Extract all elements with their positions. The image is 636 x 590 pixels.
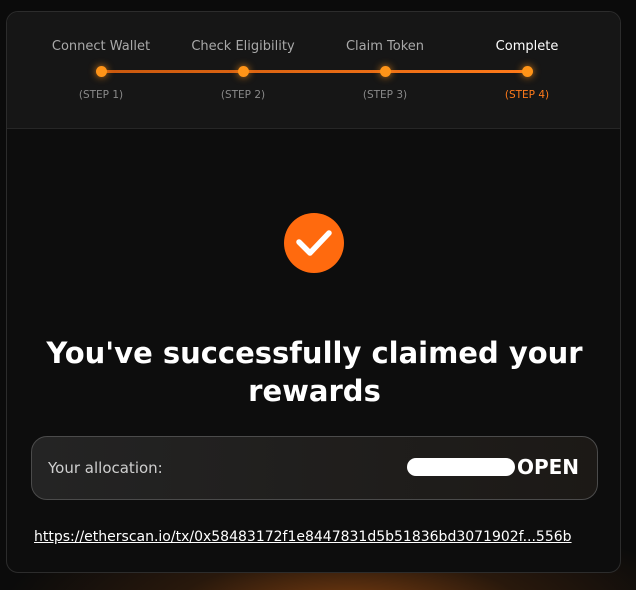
success-title: You've successfully claimed your rewards — [46, 336, 583, 408]
transaction-link[interactable]: https://etherscan.io/tx/0x58483172f1e844… — [34, 529, 596, 553]
step-1-label: (STEP 1) — [78, 89, 124, 101]
step-4-dot — [521, 66, 533, 77]
checkmark-glyph — [296, 230, 332, 256]
step-2-title: Check Eligibility — [191, 39, 295, 54]
stepper: Connect Wallet (STEP 1) Check Eligibilit… — [7, 12, 620, 129]
step-3-title: Claim Token — [345, 39, 425, 54]
allocation-value: OPEN — [406, 455, 579, 479]
step-4-label: (STEP 4) — [504, 89, 550, 101]
stepper-progress-line — [101, 70, 528, 73]
redaction-mark — [406, 458, 515, 476]
step-1-dot — [95, 66, 107, 77]
step-4-title: Complete — [495, 39, 559, 54]
allocation-box: Your allocation: OPEN — [31, 436, 598, 500]
step-1-title: Connect Wallet — [51, 39, 151, 54]
check-icon — [284, 213, 344, 273]
step-2-label: (STEP 2) — [220, 89, 266, 101]
step-3-dot — [379, 66, 391, 77]
allocation-token-symbol: OPEN — [516, 455, 579, 479]
step-2-dot — [237, 66, 249, 77]
step-3-label: (STEP 3) — [362, 89, 408, 101]
allocation-label: Your allocation: — [48, 459, 163, 477]
claim-card: Connect Wallet (STEP 1) Check Eligibilit… — [6, 11, 621, 573]
